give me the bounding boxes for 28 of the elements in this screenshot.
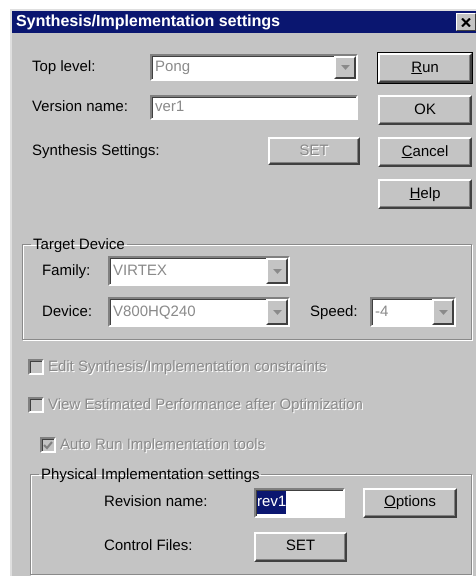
button[interactable]: Cancel (378, 137, 472, 167)
field-label: Family: (42, 260, 92, 281)
checkbox-label: Edit Synthesis/Implementation constraints (48, 357, 326, 377)
dropdown-arrow-icon (438, 310, 448, 314)
close-button[interactable] (456, 13, 476, 31)
button[interactable]: Help (378, 179, 472, 209)
field-label: Device: (42, 302, 94, 322)
checkbox-label: Auto Run Implementation tools (60, 435, 266, 455)
field-label: Version name: (32, 97, 129, 118)
button[interactable]: Options (363, 488, 457, 518)
button[interactable]: SET (254, 532, 347, 562)
window-title: Synthesis/Implementation settings (16, 12, 280, 32)
dropdown-arrow-icon (272, 268, 282, 274)
close-icon (461, 18, 471, 26)
group-title: Target Device (32, 237, 126, 252)
field-label: Control Files: (104, 536, 194, 556)
field-label: Revision name: (104, 492, 208, 512)
dropdown-arrow-icon (340, 65, 350, 70)
button[interactable]: Run (378, 53, 472, 83)
checkbox-label: View Estimated Performance after Optimization (48, 394, 363, 414)
field-label: Speed: (310, 302, 359, 322)
group-title: Physical Implementation settings (40, 466, 260, 482)
field-label: Synthesis Settings: (32, 140, 161, 161)
check-icon (43, 440, 53, 450)
text-field[interactable]: rev1 (254, 488, 345, 518)
dropdown-arrow-icon (272, 310, 282, 314)
button[interactable]: OK (378, 95, 472, 125)
field-label: Top level: (32, 57, 96, 78)
